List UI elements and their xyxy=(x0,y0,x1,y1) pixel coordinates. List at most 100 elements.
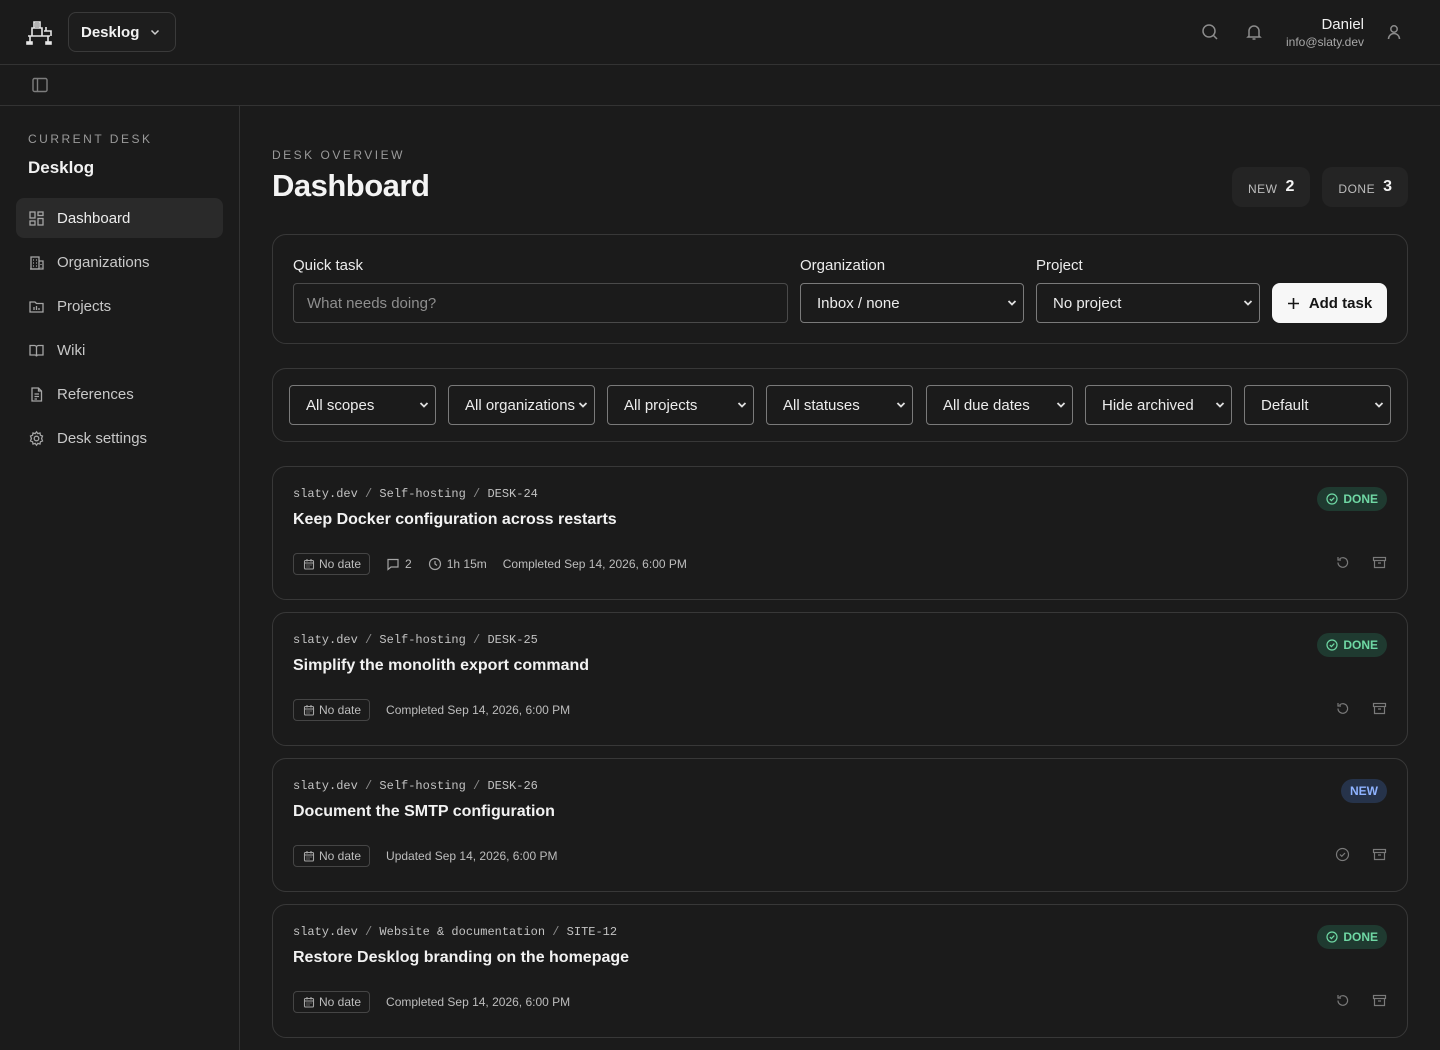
sidebar-item-organizations[interactable]: Organizations xyxy=(16,242,223,282)
document-icon xyxy=(28,386,45,403)
comment-count: 2 xyxy=(386,557,412,571)
sidebar-item-wiki[interactable]: Wiki xyxy=(16,330,223,370)
task-project[interactable]: Self-hosting xyxy=(379,779,465,793)
due-date-label: No date xyxy=(319,703,362,717)
task-actions xyxy=(1335,701,1387,716)
due-date-chip[interactable]: No date xyxy=(293,553,371,575)
quick-task-input[interactable]: What needs doing? xyxy=(293,283,788,323)
building-icon xyxy=(28,254,45,271)
sidebar: CURRENT DESK Desklog Dashboard Organizat… xyxy=(0,106,240,1050)
sidebar-item-dashboard[interactable]: Dashboard xyxy=(16,198,223,238)
task-breadcrumb: slaty.dev / Self-hosting / DESK-24 xyxy=(293,487,538,501)
sort-select[interactable]: Default xyxy=(1244,385,1391,425)
due-date-label: No date xyxy=(319,995,362,1009)
project-filter[interactable]: All projects xyxy=(607,385,754,425)
task-card[interactable]: slaty.dev / Self-hosting / DESK-25 Simpl… xyxy=(272,612,1408,746)
archive-icon[interactable] xyxy=(1372,555,1387,570)
archive-icon[interactable] xyxy=(1372,993,1387,1008)
due-date-filter[interactable]: All due dates xyxy=(926,385,1073,425)
task-activity: Updated Sep 14, 2026, 6:00 PM xyxy=(386,849,558,863)
time-tracked-value: 1h 15m xyxy=(446,557,487,571)
task-card[interactable]: slaty.dev / Website & documentation / SI… xyxy=(272,904,1408,1038)
archive-icon[interactable] xyxy=(1372,847,1387,862)
stat-done[interactable]: DONE 3 xyxy=(1322,167,1408,207)
desklog-logo-icon[interactable] xyxy=(24,16,56,48)
filter-bar: All scopes All organizations All project… xyxy=(272,368,1408,442)
sidebar-item-label: References xyxy=(57,385,134,403)
reopen-icon[interactable] xyxy=(1335,555,1350,570)
task-project[interactable]: Self-hosting xyxy=(379,487,465,501)
calendar-icon xyxy=(303,996,315,1008)
scope-filter-value: All scopes xyxy=(306,396,375,414)
avatar[interactable] xyxy=(1372,10,1416,54)
sidebar-item-references[interactable]: References xyxy=(16,374,223,414)
folder-icon xyxy=(28,298,45,315)
due-date-chip[interactable]: No date xyxy=(293,845,371,867)
task-title[interactable]: Keep Docker configuration across restart… xyxy=(293,511,617,529)
reopen-icon[interactable] xyxy=(1335,993,1350,1008)
quick-task-form: Quick task What needs doing? Organizatio… xyxy=(272,234,1408,344)
chevron-down-icon xyxy=(419,400,429,410)
task-key: SITE-12 xyxy=(566,925,618,939)
top-bar: Desklog Daniel info@slaty.dev xyxy=(0,0,1440,65)
chevron-down-icon xyxy=(1243,298,1253,308)
sidebar-item-desk-settings[interactable]: Desk settings xyxy=(16,418,223,458)
task-org[interactable]: slaty.dev xyxy=(293,925,358,939)
complete-icon[interactable] xyxy=(1335,847,1350,862)
task-org[interactable]: slaty.dev xyxy=(293,779,358,793)
stat-value: 2 xyxy=(1285,178,1295,195)
stat-label: NEW xyxy=(1248,181,1278,196)
archived-filter[interactable]: Hide archived xyxy=(1085,385,1232,425)
sidebar-item-label: Organizations xyxy=(57,253,150,271)
chevron-down-icon xyxy=(1374,400,1384,410)
due-date-label: No date xyxy=(319,557,362,571)
project-select[interactable]: No project xyxy=(1036,283,1260,323)
sidebar-item-projects[interactable]: Projects xyxy=(16,286,223,326)
quick-task-label: Quick task xyxy=(293,257,364,274)
organization-filter[interactable]: All organizations xyxy=(448,385,595,425)
status-badge: NEW xyxy=(1341,779,1387,803)
user-email: info@slaty.dev xyxy=(1286,34,1364,49)
sub-bar xyxy=(0,65,1440,106)
due-date-chip[interactable]: No date xyxy=(293,991,371,1013)
notifications-button[interactable] xyxy=(1232,10,1276,54)
sort-select-value: Default xyxy=(1261,396,1309,414)
status-filter[interactable]: All statuses xyxy=(766,385,913,425)
scope-filter[interactable]: All scopes xyxy=(289,385,436,425)
add-task-button[interactable]: Add task xyxy=(1272,283,1387,323)
plus-icon xyxy=(1287,297,1300,310)
due-date-chip[interactable]: No date xyxy=(293,699,371,721)
task-meta: No date Completed Sep 14, 2026, 6:00 PM xyxy=(293,699,570,721)
task-activity: Completed Sep 14, 2026, 6:00 PM xyxy=(386,703,571,717)
task-title[interactable]: Document the SMTP configuration xyxy=(293,803,555,821)
task-org[interactable]: slaty.dev xyxy=(293,633,358,647)
status-badge: DONE xyxy=(1317,633,1387,657)
sidebar-toggle-icon[interactable] xyxy=(31,76,49,94)
search-button[interactable] xyxy=(1188,10,1232,54)
task-actions xyxy=(1335,847,1387,862)
clock-icon xyxy=(428,557,442,571)
task-org[interactable]: slaty.dev xyxy=(293,487,358,501)
desk-switcher[interactable]: Desklog xyxy=(68,12,177,52)
quick-task-placeholder: What needs doing? xyxy=(307,294,437,312)
organization-select[interactable]: Inbox / none xyxy=(800,283,1024,323)
task-title[interactable]: Restore Desklog branding on the homepage xyxy=(293,949,629,967)
task-title[interactable]: Simplify the monolith export command xyxy=(293,657,589,675)
task-card[interactable]: slaty.dev / Self-hosting / DESK-24 Keep … xyxy=(272,466,1408,600)
calendar-icon xyxy=(303,558,315,570)
check-circle-icon xyxy=(1326,493,1338,505)
user-icon xyxy=(1385,23,1403,41)
chevron-down-icon xyxy=(1215,400,1225,410)
archive-icon[interactable] xyxy=(1372,701,1387,716)
task-project[interactable]: Website & documentation xyxy=(379,925,545,939)
add-task-label: Add task xyxy=(1308,294,1373,312)
task-breadcrumb: slaty.dev / Self-hosting / DESK-25 xyxy=(293,633,538,647)
reopen-icon[interactable] xyxy=(1335,701,1350,716)
dashboard-icon xyxy=(28,210,45,227)
user-info[interactable]: Daniel info@slaty.dev xyxy=(1286,16,1364,49)
user-name: Daniel xyxy=(1321,15,1364,33)
task-card[interactable]: slaty.dev / Self-hosting / DESK-26 Docum… xyxy=(272,758,1408,892)
task-project[interactable]: Self-hosting xyxy=(379,633,465,647)
chevron-down-icon xyxy=(896,400,906,410)
stat-new[interactable]: NEW 2 xyxy=(1232,167,1311,207)
